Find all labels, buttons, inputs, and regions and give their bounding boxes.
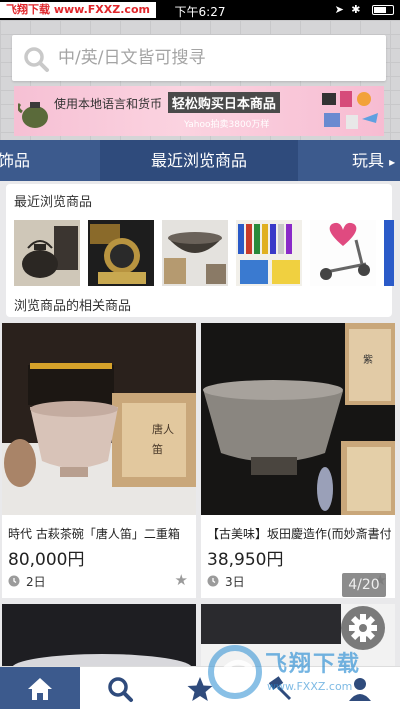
nav-home[interactable]: [0, 667, 80, 709]
svg-text:唐人: 唐人: [152, 422, 174, 436]
header: 使用本地语言和货币 轻松购买日本商品 Yahoo拍卖3800万样: [0, 20, 400, 140]
thumbnail-scooter[interactable]: [310, 220, 376, 286]
product-card[interactable]: 紫 【古美味】坂田慶造作(而妙斎書付) 38,950円 3日 ★: [201, 323, 395, 598]
tab-label: 玩具: [352, 151, 385, 170]
time-remaining: 3日: [225, 575, 245, 589]
search-bar[interactable]: [12, 35, 386, 81]
product-name[interactable]: 時代 古萩茶碗「唐人笛」二重箱: [8, 525, 192, 542]
product-card[interactable]: 唐人 笛 時代 古萩茶碗「唐人笛」二重箱 80,000円 2日 ★: [2, 323, 196, 598]
thumbnail-strip[interactable]: [14, 220, 394, 286]
promo-banner[interactable]: 使用本地语言和货币 轻松购买日本商品 Yahoo拍卖3800万样: [14, 86, 384, 136]
watermark-logo-icon: [208, 645, 262, 699]
watermark: 飞翔下载 www.FXXZ.com: [205, 640, 400, 709]
related-products-title: 浏览商品的相关商品: [14, 299, 132, 314]
recently-viewed-title: 最近浏览商品: [14, 195, 93, 210]
banner-text-highlight: 轻松购买日本商品: [167, 92, 280, 113]
product-image[interactable]: [2, 604, 196, 666]
banner-subtext: Yahoo拍卖3800万样: [184, 120, 270, 130]
banner-text-prefix: 使用本地语言和货币: [54, 97, 163, 111]
status-bar: 飞翔下载 www.FXXZ.com 下午6:27 ➤ ✱: [0, 0, 400, 20]
banner-headline: 使用本地语言和货币 轻松购买日本商品: [54, 92, 280, 113]
svg-text:紫: 紫: [363, 354, 373, 366]
nav-search[interactable]: [80, 667, 160, 709]
search-icon: [24, 47, 49, 72]
tab-label: 饰品: [0, 151, 30, 170]
product-image[interactable]: 唐人 笛: [2, 323, 196, 515]
tab-recently-viewed[interactable]: 最近浏览商品: [100, 140, 298, 181]
product-price: 38,950円: [207, 550, 284, 570]
tab-toys[interactable]: 玩具 ▸: [352, 140, 400, 181]
thumbnail-teapot[interactable]: [14, 220, 80, 286]
svg-text:笛: 笛: [152, 442, 163, 456]
bluetooth-icon: ✱: [351, 3, 363, 16]
product-image[interactable]: 紫: [201, 323, 395, 515]
tab-label: 最近浏览商品: [150, 151, 247, 170]
thumbnail-partial[interactable]: [384, 220, 394, 286]
home-icon: [28, 678, 52, 700]
battery-icon: [372, 5, 394, 15]
thumbnail-bowl[interactable]: [162, 220, 228, 286]
location-icon: ➤: [334, 3, 346, 16]
product-price: 80,000円: [8, 550, 85, 570]
chevron-right-icon: ▸: [389, 155, 396, 169]
tab-accessories[interactable]: 饰品: [0, 140, 34, 181]
page-indicator: 4/20: [342, 573, 386, 597]
clock-icon: [8, 575, 20, 587]
search-input[interactable]: [58, 43, 368, 73]
watermark-url: www.FXXZ.com: [267, 680, 353, 693]
products-collage-icon: [322, 91, 378, 129]
category-tabs: 饰品 最近浏览商品 玩具 ▸: [0, 140, 400, 181]
search-icon: [108, 677, 133, 702]
status-icons: ➤ ✱: [335, 3, 394, 16]
watermark-text: 飞翔下载: [265, 652, 362, 677]
product-name[interactable]: 【古美味】坂田慶造作(而妙斎書付): [207, 525, 391, 542]
thumbnail-watch[interactable]: [88, 220, 154, 286]
recently-viewed-panel: 最近浏览商品 浏览商品的相关商品: [6, 184, 394, 317]
product-card[interactable]: [2, 604, 196, 666]
teapot-icon: [18, 102, 48, 128]
star-icon[interactable]: ★: [175, 571, 188, 589]
thumbnail-books[interactable]: [236, 220, 302, 286]
clock-icon: [207, 575, 219, 587]
time-remaining: 2日: [26, 575, 46, 589]
